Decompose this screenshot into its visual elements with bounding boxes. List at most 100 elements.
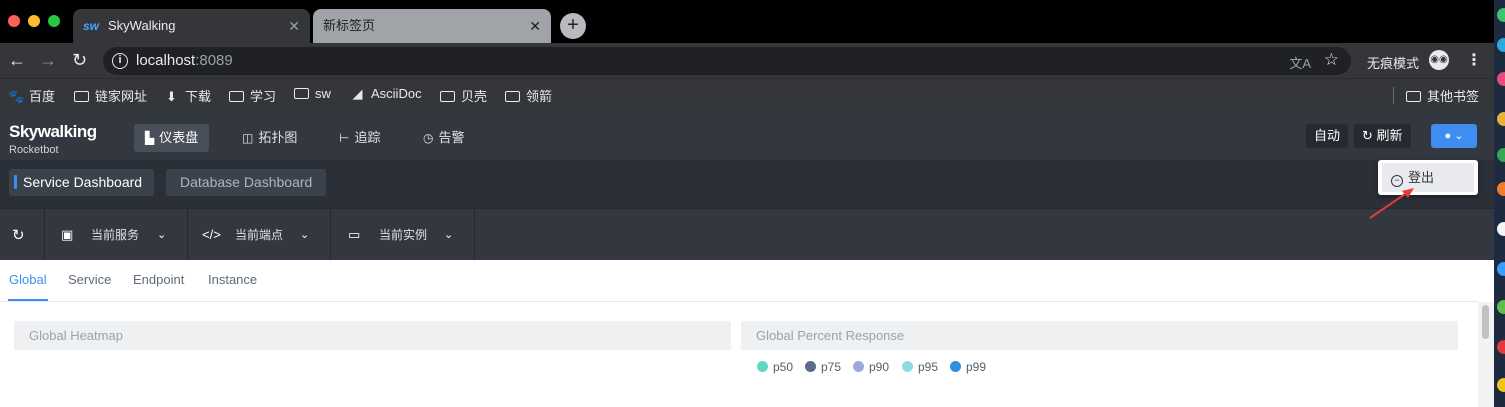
forward-arrow-icon[interactable]: →	[39, 51, 57, 69]
address-bar[interactable]: i localhost:8089 文A ☆	[103, 47, 1351, 75]
selector-bar: ↻ ▣ 当前服务 ⌄ </> 当前端点 ⌄ ▭ 当前实例 ⌄	[0, 208, 1494, 261]
dock-app-icon[interactable]	[1497, 8, 1505, 22]
dock-app-icon[interactable]	[1497, 222, 1505, 236]
trace-icon: ⊢	[339, 131, 350, 145]
nav-label: 仪表盘	[159, 130, 199, 145]
legend-item-p75[interactable]: p75	[805, 360, 841, 374]
reload-icon[interactable]: ↻	[72, 51, 87, 69]
refresh-icon: ↻	[1362, 128, 1377, 143]
legend-label: p99	[966, 360, 987, 374]
bookmark-sw[interactable]: sw	[294, 86, 331, 101]
close-tab-icon[interactable]: ✕	[529, 9, 541, 43]
tab-endpoint[interactable]: Endpoint	[133, 272, 184, 287]
bookmark-lingjian[interactable]: 领箭	[505, 86, 552, 105]
folder-icon	[1406, 91, 1421, 102]
user-icon: ●	[1444, 130, 1452, 142]
tab-instance[interactable]: Instance	[208, 272, 257, 287]
nav-dashboard[interactable]: ▙ 仪表盘	[134, 124, 210, 152]
folder-icon	[505, 91, 520, 102]
nav-label: 告警	[438, 130, 465, 145]
dock-app-icon[interactable]	[1497, 340, 1505, 354]
instance-selector[interactable]: ▭ 当前实例 ⌄	[331, 209, 474, 261]
legend-item-p50[interactable]: p50	[757, 360, 793, 374]
dock-app-icon[interactable]	[1497, 112, 1505, 126]
bookmark-asciidoc[interactable]: ◢ AsciiDoc	[350, 86, 422, 102]
bookmark-label: 百度	[29, 89, 56, 104]
translate-icon[interactable]: 文A	[1289, 53, 1311, 72]
folder-icon	[294, 88, 309, 99]
screen: sw SkyWalking ✕ 新标签页 ✕ + ← → ↻ i localho…	[0, 0, 1505, 407]
chevron-down-icon: ⌄	[157, 229, 167, 241]
dock-app-icon[interactable]	[1497, 300, 1505, 314]
new-tab-button[interactable]: +	[560, 13, 586, 39]
scrollbar-thumb[interactable]	[1482, 305, 1489, 339]
lock-icon: ▣	[61, 227, 74, 242]
bookmark-beike[interactable]: 贝壳	[440, 86, 487, 105]
tab-database-dashboard[interactable]: Database Dashboard	[166, 169, 327, 196]
dashboard-content: Global Service Endpoint Instance Global …	[0, 260, 1494, 407]
service-selector[interactable]: ▣ 当前服务 ⌄	[45, 209, 187, 261]
app-header: Skywalking Rocketbot ▙ 仪表盘 ◫ 拓扑图 ⊢ 追踪 ◷ 告警 自…	[0, 111, 1494, 160]
bookmark-study[interactable]: 学习	[229, 86, 276, 105]
tab-service-dashboard[interactable]: Service Dashboard	[9, 169, 155, 196]
reload-selectors-icon[interactable]: ↻	[12, 226, 25, 244]
legend-dot	[757, 361, 768, 372]
bookmark-lianjia[interactable]: 链家网址	[74, 86, 147, 105]
bookmark-label: 贝壳	[461, 89, 488, 104]
info-icon[interactable]: i	[112, 53, 128, 69]
legend-dot	[853, 361, 864, 372]
dock-app-icon[interactable]	[1497, 262, 1505, 276]
auto-refresh-button[interactable]: 自动	[1306, 124, 1349, 148]
close-window-button[interactable]	[8, 15, 20, 27]
skywalking-favicon-icon: sw	[83, 19, 100, 33]
dock-app-icon[interactable]	[1497, 148, 1505, 162]
annotation-arrow	[1369, 188, 1414, 219]
dock-app-icon[interactable]	[1497, 72, 1505, 86]
tab-global[interactable]: Global	[9, 272, 47, 287]
tab-title: SkyWalking	[108, 18, 176, 33]
legend-dot	[805, 361, 816, 372]
bookmark-other[interactable]: 其他书签	[1406, 86, 1479, 105]
nav-topology[interactable]: ◫ 拓扑图	[231, 124, 308, 152]
logo-subtitle: Rocketbot	[9, 144, 59, 156]
legend-label: p95	[918, 360, 939, 374]
back-arrow-icon[interactable]: ←	[8, 51, 26, 69]
dock-app-icon[interactable]	[1497, 378, 1505, 392]
dock-app-icon[interactable]	[1497, 38, 1505, 52]
chevron-down-icon: ⌄	[300, 229, 310, 241]
bookmark-label: 链家网址	[95, 89, 148, 104]
service-selector-label: 当前服务	[91, 228, 140, 242]
refresh-button[interactable]: ↻ 刷新	[1354, 124, 1411, 148]
dock-app-icon[interactable]	[1497, 182, 1505, 196]
maximize-window-button[interactable]	[48, 15, 60, 27]
browser-tab-new[interactable]: 新标签页 ✕	[313, 9, 551, 43]
url-host: localhost	[136, 52, 196, 69]
incognito-icon[interactable]: ◉◉	[1429, 50, 1449, 70]
browser-tab-bar: sw SkyWalking ✕ 新标签页 ✕ +	[0, 0, 1494, 43]
bookmark-star-icon[interactable]: ☆	[1324, 50, 1339, 70]
legend-item-p90[interactable]: p90	[853, 360, 889, 374]
tab-service[interactable]: Service	[68, 272, 111, 287]
user-menu-button[interactable]: ● ⌄	[1431, 124, 1477, 148]
legend-label: p75	[821, 360, 842, 374]
browser-menu-icon[interactable]: ⋮	[1466, 50, 1482, 70]
endpoint-selector-label: 当前端点	[235, 228, 284, 242]
skywalking-logo[interactable]: Skywalking	[9, 122, 97, 142]
minimize-window-button[interactable]	[28, 15, 40, 27]
bookmark-baidu[interactable]: 🐾 百度	[8, 86, 55, 105]
legend-item-p99[interactable]: p99	[950, 360, 986, 374]
nav-alarm[interactable]: ◷ 告警	[412, 124, 476, 152]
nav-trace[interactable]: ⊢ 追踪	[328, 124, 391, 152]
tab-title: 新标签页	[323, 18, 376, 33]
close-tab-icon[interactable]: ✕	[288, 9, 300, 43]
nav-label: 追踪	[354, 130, 381, 145]
legend-item-p95[interactable]: p95	[902, 360, 938, 374]
bookmark-label: 领箭	[526, 89, 553, 104]
bookmarks-bar: 🐾 百度 链家网址 ⬇ 下载 学习 sw ◢ AsciiDoc 贝壳 领箭 其他书签	[0, 78, 1494, 111]
browser-tab-skywalking[interactable]: sw SkyWalking ✕	[73, 9, 310, 43]
bookmark-download[interactable]: ⬇ 下载	[164, 86, 211, 105]
bookmark-label: 下载	[185, 89, 212, 104]
endpoint-selector[interactable]: </> 当前端点 ⌄	[188, 209, 330, 261]
instance-selector-label: 当前实例	[379, 228, 428, 242]
bookmark-label: 学习	[250, 89, 277, 104]
